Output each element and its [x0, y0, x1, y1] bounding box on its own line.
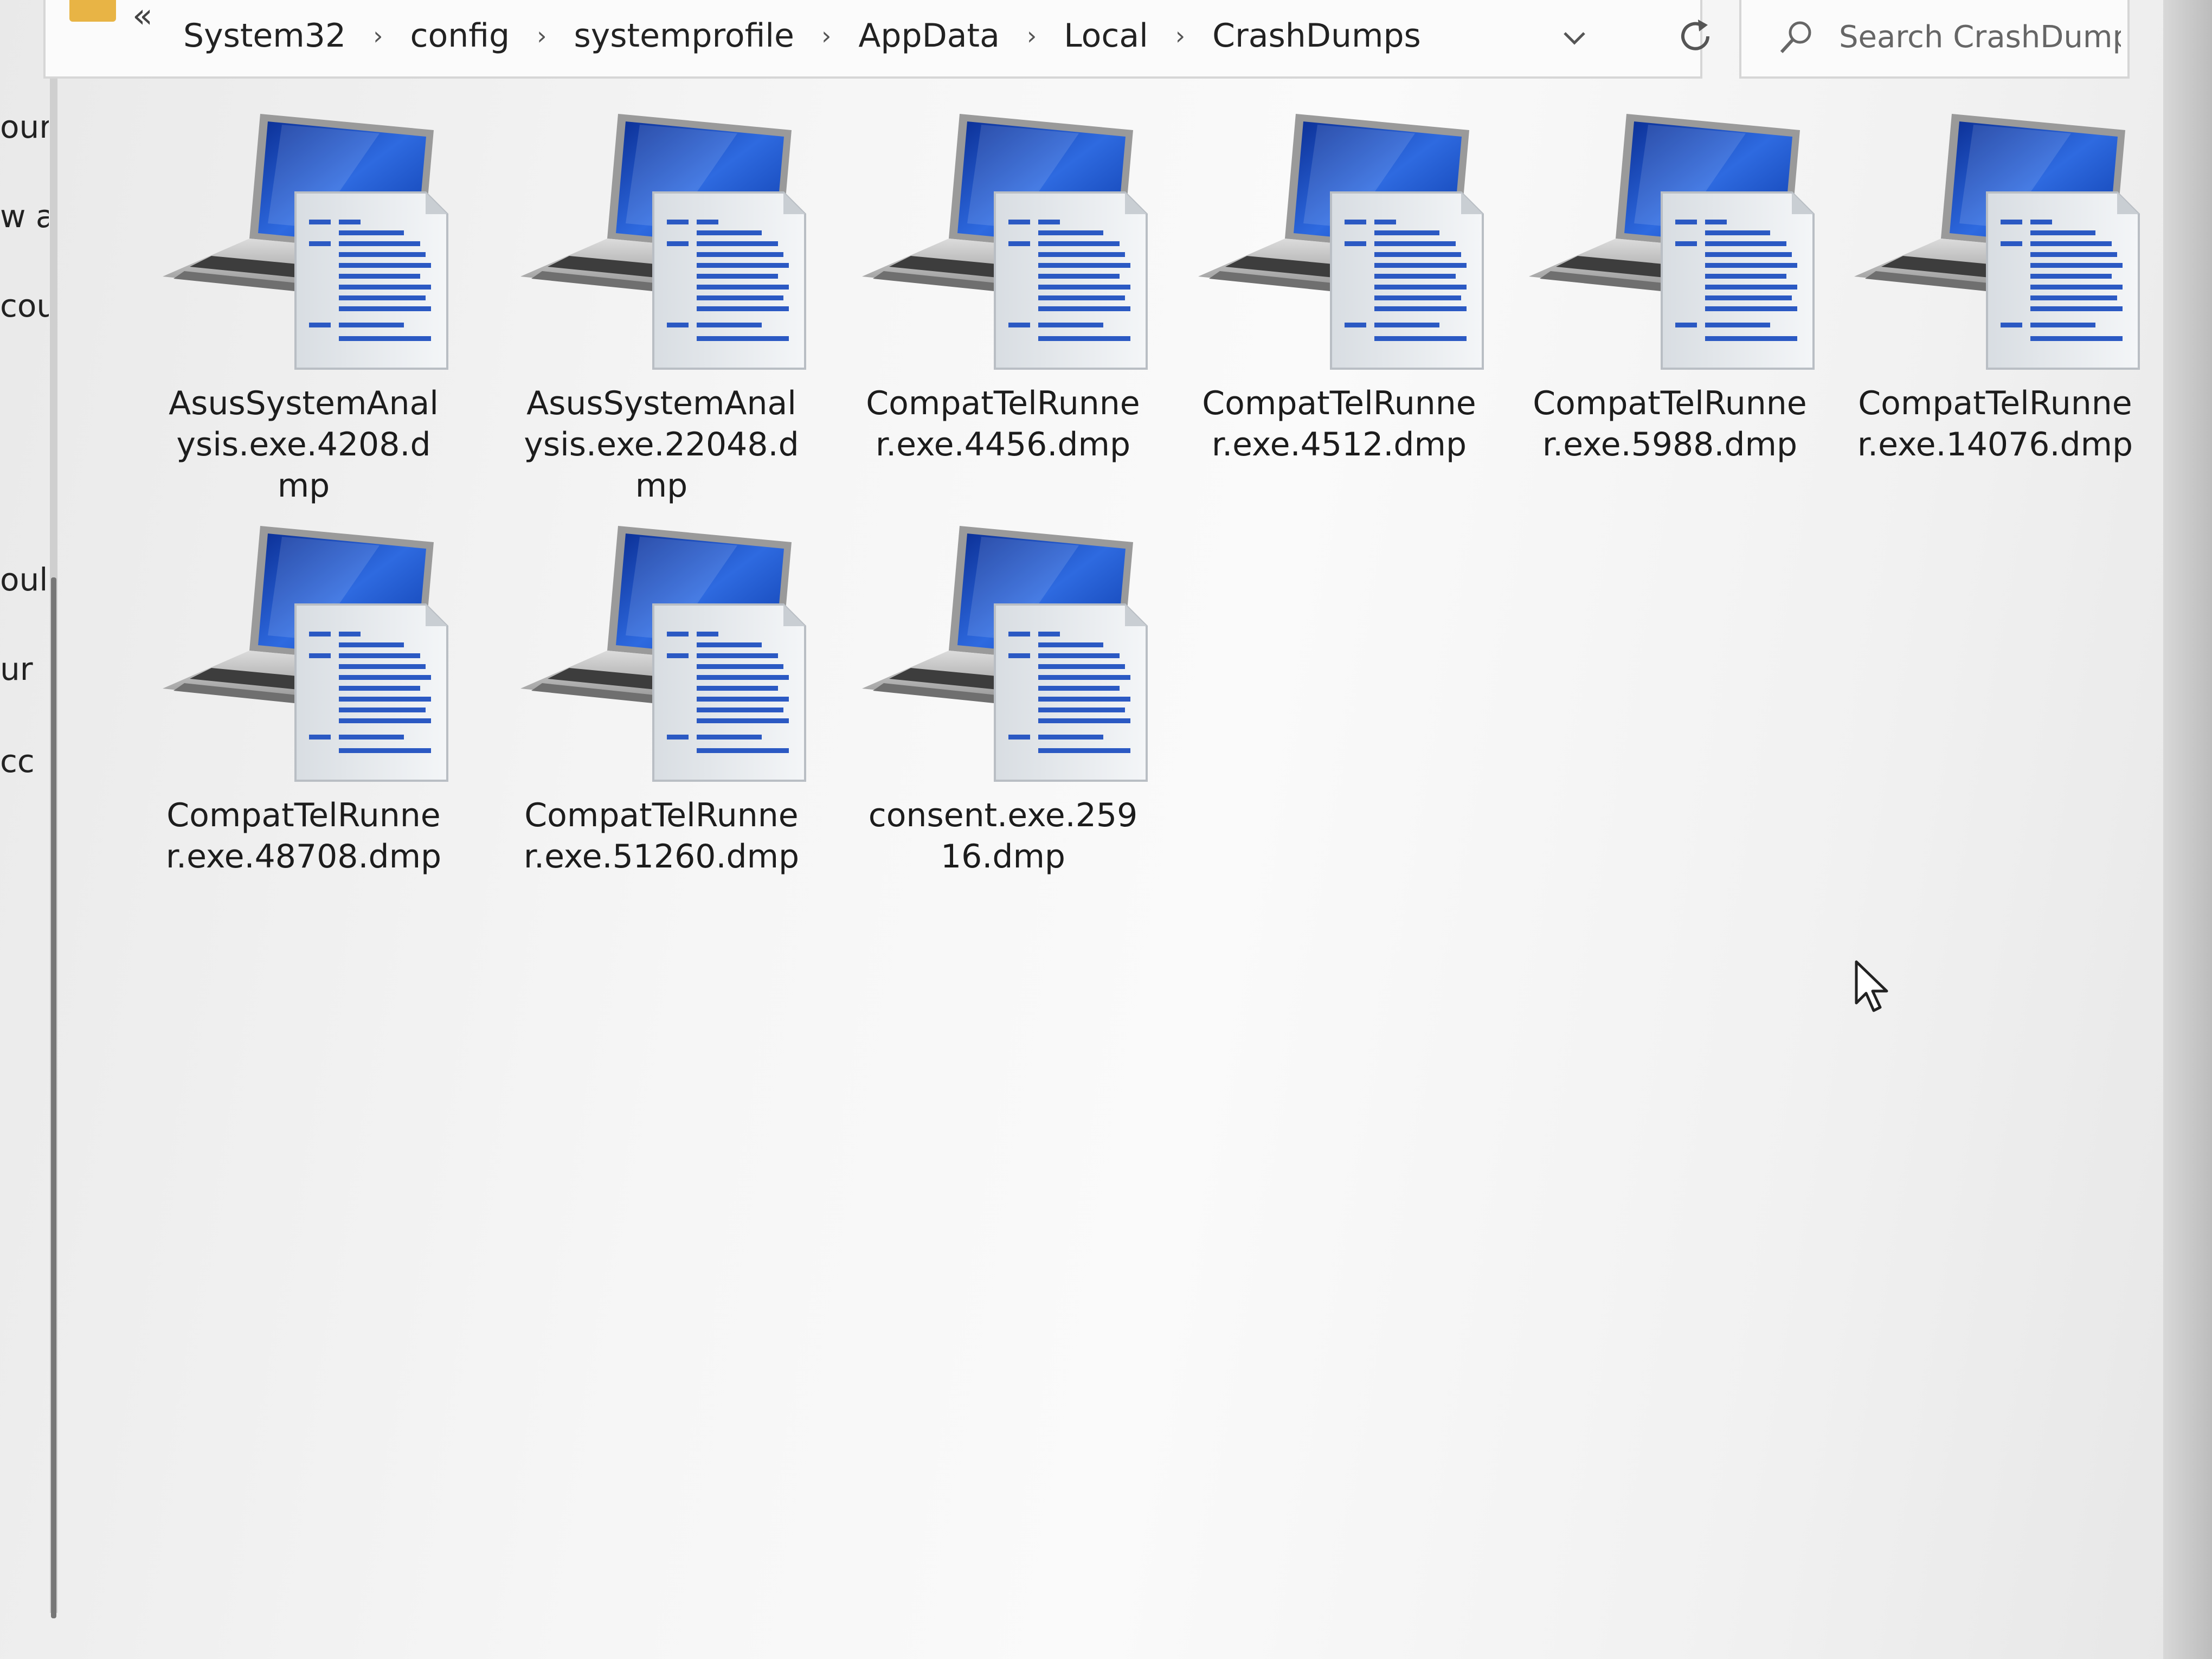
file-name: AsusSystemAnalysis.exe.4208.dmp [169, 384, 439, 505]
file-explorer-window: « System32 › config › systemprofile › Ap… [0, 0, 2212, 1659]
file-grid: AsusSystemAnalysis.exe.4208.dmp AsusSyst… [136, 103, 2142, 1621]
nav-item[interactable]: cc [0, 743, 49, 780]
nav-item[interactable]: our [0, 108, 49, 145]
breadcrumb-separator[interactable]: › [1027, 21, 1037, 50]
file-item[interactable]: AsusSystemAnalysis.exe.22048.dmp [493, 103, 829, 506]
file-item[interactable]: CompatTelRunner.exe.5988.dmp [1502, 103, 1838, 465]
nav-item[interactable]: w a [0, 198, 49, 235]
crash-dump-file-icon [1843, 103, 2147, 374]
chevron-down-icon[interactable] [1553, 16, 1596, 60]
file-item[interactable]: consent.exe.25916.dmp [835, 515, 1171, 877]
file-item[interactable]: CompatTelRunner.exe.51260.dmp [493, 515, 829, 877]
breadcrumb-separator[interactable]: › [821, 21, 831, 50]
breadcrumb-config[interactable]: config [408, 17, 512, 55]
file-item[interactable]: CompatTelRunner.exe.4512.dmp [1171, 103, 1507, 465]
nav-item[interactable]: oul [0, 561, 49, 598]
refresh-icon[interactable] [1671, 12, 1720, 61]
file-name: consent.exe.25916.dmp [868, 796, 1138, 876]
crash-dump-file-icon [510, 515, 813, 786]
search-box[interactable] [1739, 0, 2130, 79]
search-input[interactable] [1839, 15, 2121, 59]
file-name: CompatTelRunner.exe.51260.dmp [523, 796, 800, 876]
breadcrumb-overflow-button[interactable]: « [132, 0, 153, 35]
breadcrumb: System32 › config › systemprofile › AppD… [181, 3, 1423, 68]
file-item[interactable]: CompatTelRunner.exe.4456.dmp [835, 103, 1171, 465]
file-name: CompatTelRunner.exe.4456.dmp [866, 384, 1140, 464]
breadcrumb-appdata[interactable]: AppData [856, 17, 1001, 55]
navigation-pane: our w a cou oul ur cc [0, 79, 98, 1659]
file-item[interactable]: CompatTelRunner.exe.48708.dmp [136, 515, 472, 877]
file-item[interactable]: CompatTelRunner.exe.14076.dmp [1827, 103, 2163, 465]
breadcrumb-system32[interactable]: System32 [181, 17, 348, 55]
breadcrumb-crashdumps[interactable]: CrashDumps [1210, 17, 1423, 55]
crash-dump-file-icon [152, 515, 455, 786]
search-icon [1780, 21, 1811, 54]
window-edge [2163, 0, 2212, 1659]
file-name: CompatTelRunner.exe.5988.dmp [1533, 384, 1807, 464]
file-name: AsusSystemAnalysis.exe.22048.dmp [524, 384, 799, 505]
breadcrumb-separator[interactable]: › [537, 21, 546, 50]
breadcrumb-local[interactable]: Local [1062, 17, 1150, 55]
breadcrumb-systemprofile[interactable]: systemprofile [572, 17, 796, 55]
file-name: CompatTelRunner.exe.48708.dmp [165, 796, 442, 876]
breadcrumb-separator[interactable]: › [373, 21, 383, 50]
crash-dump-file-icon [152, 103, 455, 374]
address-bar[interactable]: « System32 › config › systemprofile › Ap… [43, 0, 1709, 79]
file-item[interactable]: AsusSystemAnalysis.exe.4208.dmp [136, 103, 472, 506]
crash-dump-file-icon [851, 515, 1155, 786]
file-name: CompatTelRunner.exe.14076.dmp [1857, 384, 2133, 464]
crash-dump-file-icon [1187, 103, 1491, 374]
mouse-cursor-icon [1855, 960, 1888, 1012]
nav-item[interactable]: cou [0, 287, 49, 324]
crash-dump-file-icon [851, 103, 1155, 374]
folder-icon [69, 0, 116, 22]
crash-dump-file-icon [1518, 103, 1822, 374]
nav-scrollbar-thumb[interactable] [51, 577, 56, 1618]
crash-dump-file-icon [510, 103, 813, 374]
file-name: CompatTelRunner.exe.4512.dmp [1202, 384, 1476, 464]
breadcrumb-separator[interactable]: › [1175, 21, 1185, 50]
nav-item[interactable]: ur [0, 651, 49, 687]
